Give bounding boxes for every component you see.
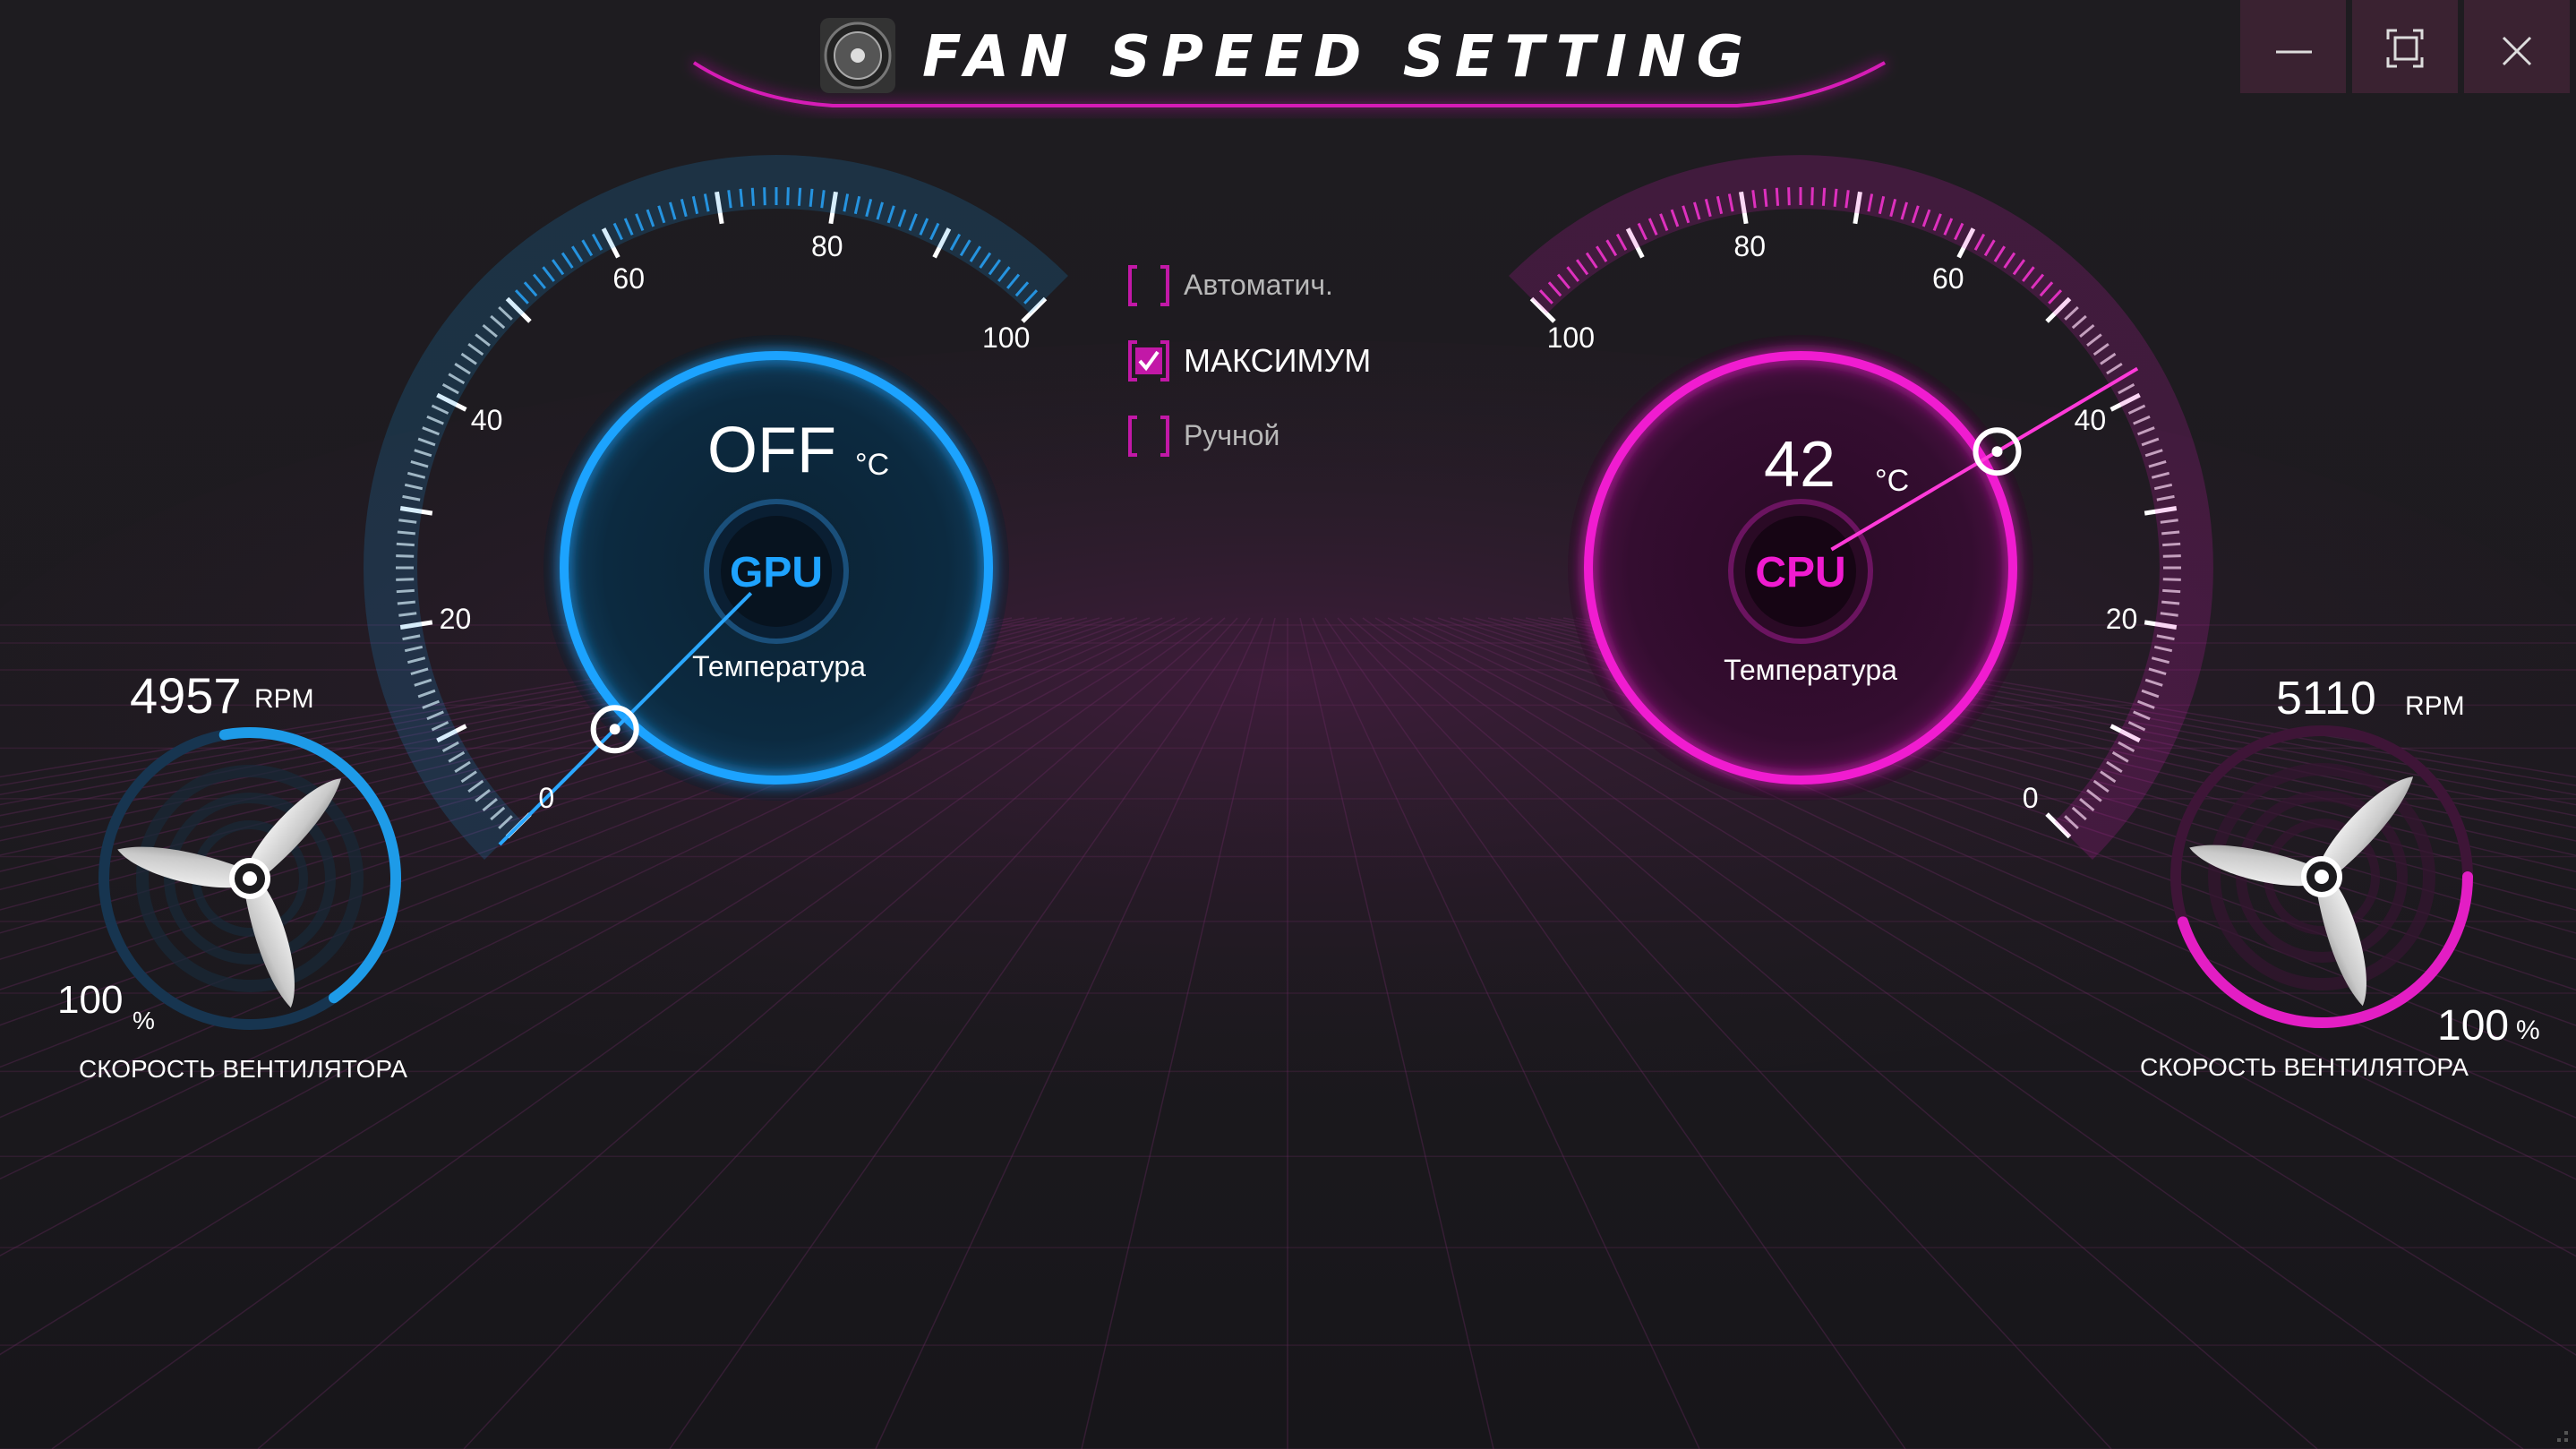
gpu-gauge-tick-80: 80: [810, 230, 843, 263]
cpu-fan-speed-caption: СКОРОСТЬ ВЕНТИЛЯТОРА: [2140, 1053, 2469, 1081]
cpu-gauge-tick-100: 100: [1546, 322, 1595, 355]
gpu-fan-rpm-unit: RPM: [254, 684, 314, 714]
cpu-fan-percent-value: 100: [2437, 1002, 2510, 1050]
gpu-temperature-unit: °C: [855, 448, 890, 482]
cpu-gauge-tick-20: 20: [2105, 602, 2138, 635]
mode-max-checkbox[interactable]: [1126, 337, 1171, 385]
cpu-gauge-tick-40: 40: [2074, 404, 2107, 437]
gpu-fan-widget: [98, 727, 401, 1030]
cpu-chip-label: CPU: [1755, 549, 1846, 596]
gpu-gauge-tick-40: 40: [470, 404, 503, 437]
cpu-fan-percent-unit: %: [2516, 1016, 2540, 1045]
cpu-fan-rpm-value: 5110: [2276, 673, 2376, 724]
cpu-fan-rpm-unit: RPM: [2405, 691, 2465, 721]
gpu-fan-speed-caption: СКОРОСТЬ ВЕНТИЛЯТОРА: [79, 1055, 407, 1083]
mode-max-label: МАКСИМУМ: [1184, 342, 1372, 379]
gpu-fan-percent-unit: %: [133, 1007, 155, 1034]
maximize-icon: [2386, 29, 2424, 68]
gpu-gauge-tick-60: 60: [612, 262, 645, 295]
app-canvas: [0, 0, 2576, 1449]
gpu-gauge-tick-100: 100: [981, 322, 1031, 355]
minimize-button[interactable]: [2240, 0, 2346, 93]
close-button[interactable]: [2464, 0, 2570, 93]
cpu-fan-widget: [2170, 725, 2473, 1028]
gpu-fan-percent-value: 100: [57, 978, 124, 1022]
gpu-temperature-value: OFF: [707, 415, 836, 486]
maximize-button[interactable]: [2352, 0, 2458, 93]
cpu-temperature-unit: °C: [1875, 464, 1910, 498]
gpu-fan-rpm-value: 4957: [130, 667, 242, 724]
window-title: FAN SPEED SETTING: [922, 24, 1755, 90]
cpu-gauge-tick-80: 80: [1733, 230, 1766, 263]
app-logo-fan-icon: [820, 18, 895, 93]
minimize-icon: [2276, 50, 2312, 54]
mode-auto-checkbox[interactable]: [1126, 262, 1171, 310]
cpu-temperature-value: 42: [1764, 429, 1836, 501]
mode-manual-label: Ручной: [1184, 419, 1280, 451]
gpu-gauge-tick-0: 0: [538, 781, 555, 814]
close-icon: [2502, 36, 2532, 66]
mode-manual-checkbox[interactable]: [1126, 412, 1171, 460]
cpu-gauge-tick-60: 60: [1932, 262, 1964, 295]
gpu-chip-label: GPU: [729, 549, 823, 596]
cpu-gauge-tick-0: 0: [2022, 781, 2039, 814]
gpu-gauge-tick-20: 20: [439, 602, 472, 635]
cpu-temperature-caption: Температура: [1724, 654, 1897, 686]
gpu-temperature-caption: Температура: [692, 650, 866, 682]
mode-auto-label: Автоматич.: [1184, 269, 1333, 301]
